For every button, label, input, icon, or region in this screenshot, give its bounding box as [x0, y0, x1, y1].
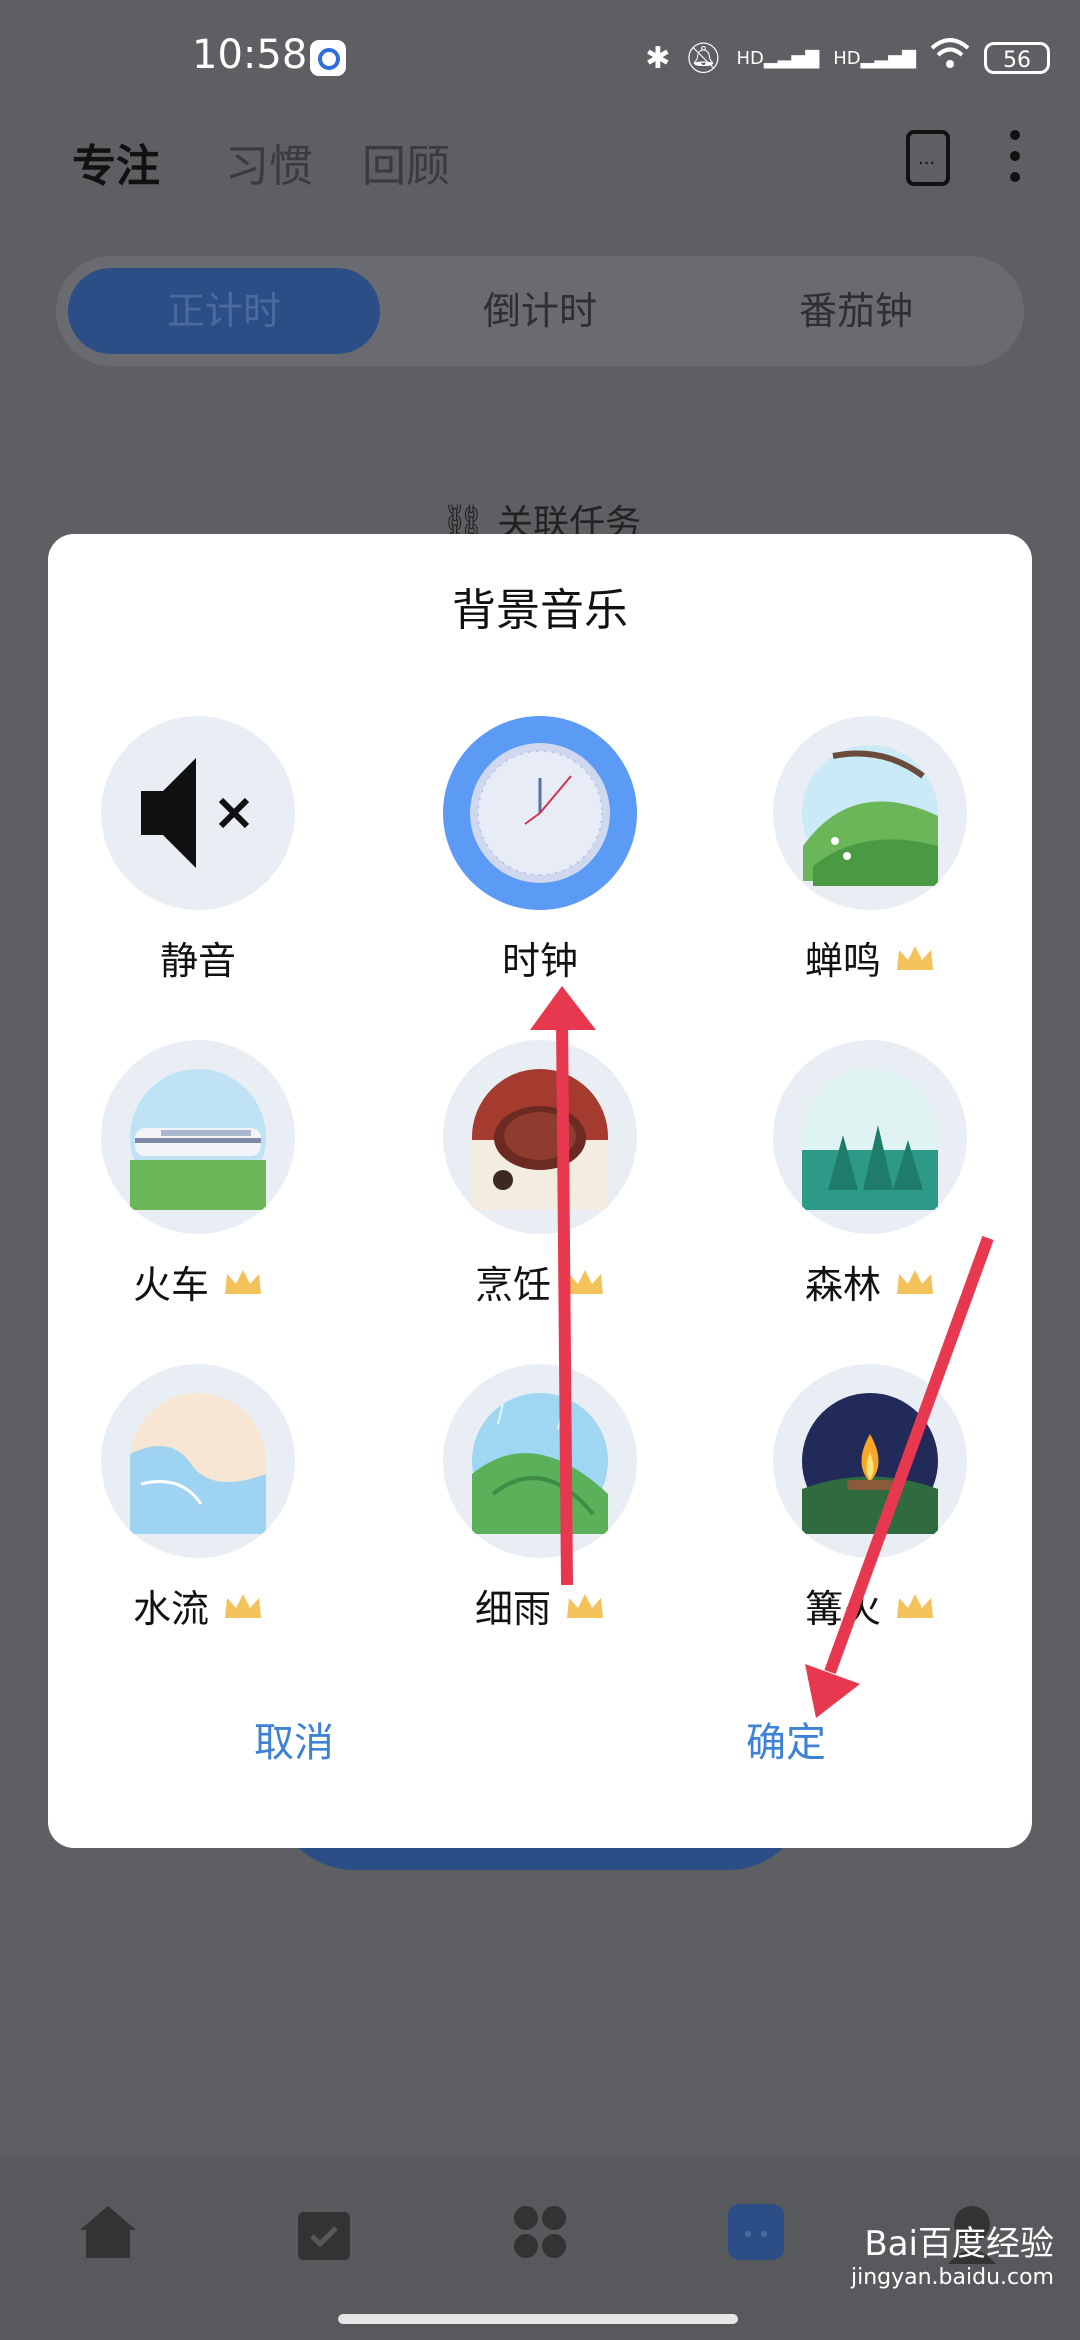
item-label: 静音	[159, 939, 236, 983]
item-label: 火车	[132, 1263, 209, 1307]
premium-crown-icon	[567, 1593, 603, 1618]
app-notification-icon	[310, 40, 346, 76]
water-scene-icon	[101, 1364, 295, 1558]
records-icon[interactable]	[906, 130, 950, 186]
bluetooth-icon: ✱	[645, 40, 671, 76]
premium-crown-icon	[897, 1593, 933, 1618]
signal-icon-1: HD▂▃▅▇	[736, 47, 820, 69]
cicada-scene-icon	[773, 716, 967, 910]
premium-crown-icon	[897, 945, 933, 970]
battery-icon: 56	[984, 42, 1050, 74]
premium-crown-icon	[567, 1269, 603, 1294]
cooking-scene-icon	[443, 1040, 637, 1234]
premium-crown-icon	[225, 1269, 261, 1294]
sound-option-forest[interactable]: 森林	[720, 1040, 1020, 1309]
status-bar: 10:58 ✱ 🔕︎ HD▂▃▅▇ HD▂▃▅▇ 56	[0, 0, 1080, 120]
sound-option-rain[interactable]: 细雨	[390, 1364, 690, 1633]
confirm-button[interactable]: 确定	[746, 1710, 826, 1768]
apps-grid-icon[interactable]	[508, 2200, 572, 2264]
item-label: 烹饪	[474, 1263, 551, 1307]
watermark-url: jingyan.baidu.com	[850, 2265, 1054, 2290]
rain-scene-icon	[443, 1364, 637, 1558]
forest-scene-icon	[773, 1040, 967, 1234]
focus-tab-icon[interactable]	[724, 2200, 788, 2264]
item-label: 森林	[804, 1263, 881, 1307]
premium-crown-icon	[225, 1593, 261, 1618]
segment-countdown[interactable]: 倒计时	[384, 268, 696, 354]
top-tabs: 专注 习惯 回顾	[0, 120, 1080, 200]
sound-option-train[interactable]: 火车	[48, 1040, 348, 1309]
mute-icon	[101, 716, 295, 910]
calendar-icon[interactable]	[292, 2200, 356, 2264]
dialog-title: 背景音乐	[452, 585, 628, 636]
mute-bell-icon: 🔕︎	[684, 40, 723, 76]
sound-option-water[interactable]: 水流	[48, 1364, 348, 1633]
clock-icon	[443, 716, 637, 910]
item-label: 细雨	[474, 1587, 551, 1631]
sound-option-campfire[interactable]: 篝火	[720, 1364, 1020, 1633]
item-label: 水流	[132, 1587, 209, 1631]
home-indicator[interactable]	[338, 2314, 738, 2324]
campfire-scene-icon	[773, 1364, 967, 1558]
background-music-dialog: 背景音乐 静音 时钟 蝉鸣 火车 烹饪 森林 水流 细雨 篝火 取消 确定	[48, 534, 1032, 1848]
premium-crown-icon	[897, 1269, 933, 1294]
timer-mode-switch: 正计时 倒计时 番茄钟	[56, 256, 1024, 366]
segment-pomodoro[interactable]: 番茄钟	[700, 268, 1012, 354]
status-icons: ✱ 🔕︎ HD▂▃▅▇ HD▂▃▅▇ 56	[645, 38, 1050, 78]
item-label: 时钟	[501, 939, 578, 983]
sound-option-cicada[interactable]: 蝉鸣	[720, 716, 1020, 985]
more-options-icon[interactable]	[1010, 130, 1020, 188]
segment-count-up[interactable]: 正计时	[68, 268, 380, 354]
sound-option-mute[interactable]: 静音	[48, 716, 348, 985]
item-label: 蝉鸣	[804, 939, 881, 983]
baidu-watermark: Bai百度经验 jingyan.baidu.com	[851, 2216, 1054, 2290]
tab-review[interactable]: 回顾	[362, 130, 450, 194]
tab-habits[interactable]: 习惯	[225, 130, 313, 194]
tab-focus[interactable]: 专注	[72, 130, 160, 194]
sound-option-cooking[interactable]: 烹饪	[390, 1040, 690, 1309]
wifi-icon	[930, 38, 970, 78]
cancel-button[interactable]: 取消	[254, 1710, 334, 1768]
home-icon[interactable]	[76, 2200, 140, 2264]
sound-option-clock[interactable]: 时钟	[390, 716, 690, 985]
train-scene-icon	[101, 1040, 295, 1234]
signal-icon-2: HD▂▃▅▇	[833, 47, 916, 69]
item-label: 篝火	[804, 1587, 881, 1631]
watermark-brand: Bai百度经验	[864, 2224, 1054, 2264]
status-time: 10:58	[192, 32, 308, 78]
